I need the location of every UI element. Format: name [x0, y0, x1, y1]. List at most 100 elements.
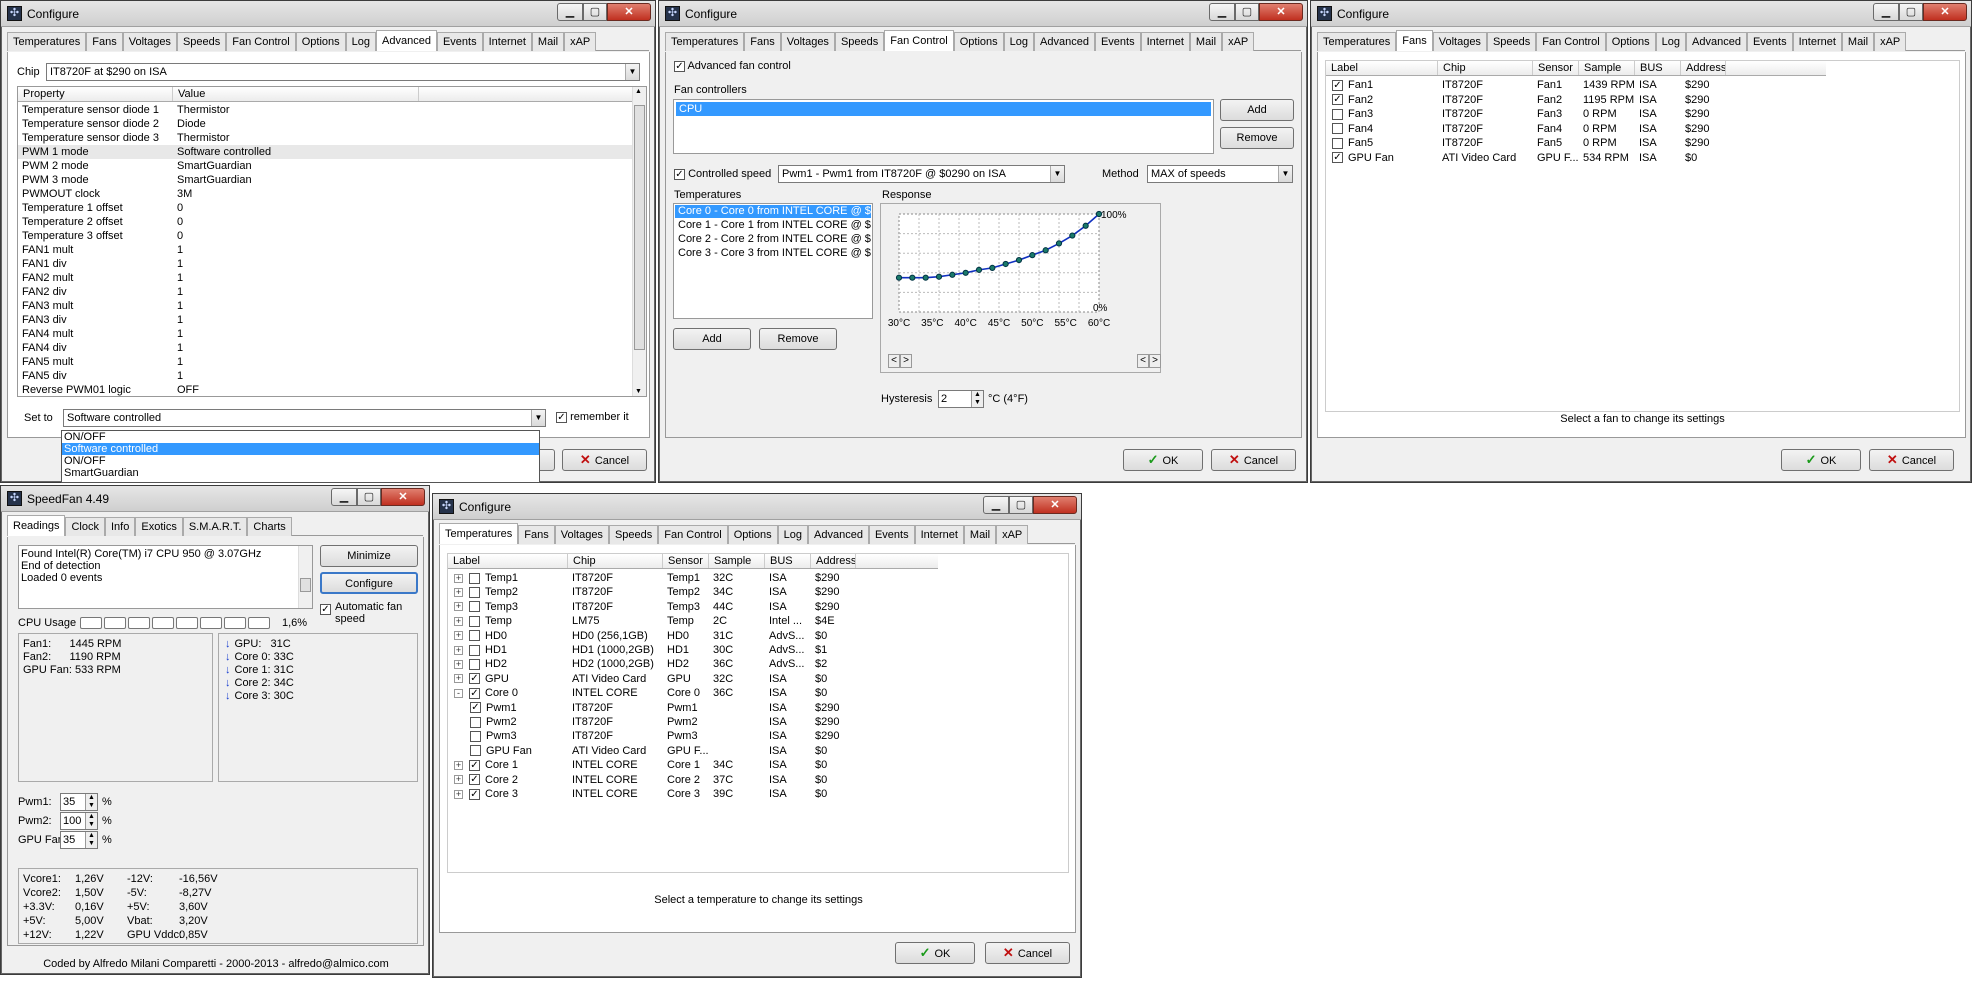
- cancel-button[interactable]: ✕ Cancel: [985, 942, 1070, 964]
- cancel-button[interactable]: ✕ Cancel: [1211, 449, 1296, 471]
- table-row[interactable]: Temperature sensor diode 3 Thermistor: [18, 131, 634, 145]
- table-row[interactable]: FAN4 mult 1: [18, 327, 634, 341]
- minimize-button[interactable]: ▁: [1209, 3, 1235, 21]
- temperature-item[interactable]: Core 1 - Core 1 from INTEL CORE @ $0: [675, 219, 871, 232]
- table-row[interactable]: + ✓ Core 3 INTEL CORE Core 3 39C ISA $0: [448, 787, 1066, 801]
- sensor-checkbox[interactable]: ✓: [469, 774, 480, 786]
- spin-arrows-icon[interactable]: ▲ ▼: [85, 794, 97, 810]
- tab-log[interactable]: Log: [1003, 32, 1035, 51]
- tab-fans[interactable]: Fans: [744, 32, 781, 51]
- title-bar[interactable]: ✣ SpeedFan 4.49 ▁ ▢ ✕: [1, 486, 429, 512]
- table-row[interactable]: Fan5 IT8720F Fan5 0 RPM ISA $290: [1326, 136, 1956, 150]
- nav-left-button[interactable]: <: [888, 354, 900, 368]
- minimize-app-button[interactable]: Minimize: [320, 545, 418, 567]
- title-bar[interactable]: ✣ Configure ▁ ▢ ✕: [433, 494, 1081, 520]
- column-header-empty[interactable]: [419, 87, 634, 101]
- add-controller-button[interactable]: Add: [1220, 99, 1294, 121]
- expand-icon[interactable]: +: [454, 789, 463, 799]
- tab-options[interactable]: Options: [1605, 32, 1656, 51]
- expand-icon[interactable]: +: [454, 659, 463, 669]
- scroll-thumb[interactable]: [634, 105, 645, 350]
- expand-icon[interactable]: +: [454, 645, 463, 655]
- tab-log[interactable]: Log: [345, 32, 377, 51]
- tab-internet[interactable]: Internet: [482, 32, 532, 51]
- table-row[interactable]: PWMOUT clock 3M: [18, 187, 634, 201]
- dropdown-option[interactable]: ON/OFF: [62, 431, 539, 443]
- column-header-address[interactable]: Address: [1681, 61, 1726, 75]
- maximize-button[interactable]: ▢: [357, 488, 381, 506]
- table-row[interactable]: FAN5 mult 1: [18, 355, 634, 369]
- dropdown-option[interactable]: Software controlled: [62, 443, 539, 455]
- minimize-button[interactable]: ▁: [331, 488, 357, 506]
- temperatures-list[interactable]: Core 0 - Core 0 from INTEL CORE @ $0 Core…: [673, 203, 873, 319]
- configure-button[interactable]: Configure: [320, 572, 418, 594]
- table-row[interactable]: + Temp3 IT8720F Temp3 44C ISA $290: [448, 600, 1066, 614]
- minimize-button[interactable]: ▁: [557, 3, 583, 21]
- tab-mail[interactable]: Mail: [963, 525, 997, 544]
- tab-fans[interactable]: Fans: [1396, 30, 1433, 51]
- tab-advanced[interactable]: Advanced: [808, 525, 869, 544]
- tab-s-m-a-r-t[interactable]: S.M.A.R.T.: [182, 517, 248, 536]
- tab-fans[interactable]: Fans: [86, 32, 123, 51]
- fans-table[interactable]: Label Chip Sensor Sample BUS Address ✓ Fan1 IT8…: [1325, 60, 1960, 412]
- add-temperature-button[interactable]: Add: [673, 328, 751, 350]
- table-row[interactable]: ✓ GPU Fan ATI Video Card GPU F... 534 RPM ISA…: [1326, 151, 1956, 165]
- tab-fans[interactable]: Fans: [518, 525, 555, 544]
- pwm-spinner[interactable]: 35 ▲ ▼: [60, 831, 98, 849]
- tab-fan-control[interactable]: Fan Control: [226, 32, 296, 51]
- sensor-checkbox[interactable]: [470, 745, 481, 757]
- table-row[interactable]: Reverse PWM01 logic OFF: [18, 383, 634, 397]
- tab-temperatures[interactable]: Temperatures: [665, 32, 745, 51]
- table-row[interactable]: + Temp LM75 Temp 2C Intel ... $4E: [448, 614, 1066, 628]
- column-header-sample[interactable]: Sample: [1579, 61, 1635, 75]
- table-row[interactable]: FAN2 mult 1: [18, 271, 634, 285]
- property-list[interactable]: Property Value Temperature sensor diode …: [17, 86, 647, 397]
- tab-log[interactable]: Log: [1655, 32, 1687, 51]
- cancel-button[interactable]: ✕ Cancel: [562, 449, 647, 471]
- table-row[interactable]: Pwm3 IT8720F Pwm3 ISA $290: [448, 729, 1066, 743]
- table-row[interactable]: FAN1 div 1: [18, 257, 634, 271]
- tab-events[interactable]: Events: [436, 32, 483, 51]
- collapse-icon[interactable]: -: [454, 688, 463, 698]
- table-row[interactable]: Temperature 3 offset 0: [18, 229, 634, 243]
- expand-icon[interactable]: +: [454, 760, 463, 770]
- vertical-scrollbar[interactable]: [298, 546, 312, 608]
- ok-button[interactable]: ✓OK: [1123, 449, 1203, 471]
- tab-mail[interactable]: Mail: [531, 32, 565, 51]
- table-row[interactable]: - ✓ Core 0 INTEL CORE Core 0 36C ISA $0: [448, 686, 1066, 700]
- table-row[interactable]: + ✓ Core 1 INTEL CORE Core 1 34C ISA $0: [448, 758, 1066, 772]
- minimize-button[interactable]: ▁: [1873, 3, 1899, 21]
- spin-arrows-icon[interactable]: ▲ ▼: [85, 832, 97, 848]
- column-header-bus[interactable]: BUS: [1635, 61, 1681, 75]
- fan-checkbox[interactable]: [1332, 123, 1343, 135]
- table-row[interactable]: PWM 1 mode Software controlled: [18, 145, 634, 159]
- sensor-checkbox[interactable]: [469, 615, 480, 627]
- tab-mail[interactable]: Mail: [1841, 32, 1875, 51]
- table-row[interactable]: GPU Fan ATI Video Card GPU F... ISA $0: [448, 744, 1066, 758]
- table-row[interactable]: FAN4 div 1: [18, 341, 634, 355]
- title-bar[interactable]: ✣ Configure ▁ ▢ ✕: [1, 1, 655, 27]
- tab-fan-control[interactable]: Fan Control: [1536, 32, 1606, 51]
- expand-icon[interactable]: +: [454, 631, 463, 641]
- sensor-checkbox[interactable]: ✓: [469, 673, 480, 685]
- sensor-checkbox[interactable]: ✓: [469, 759, 480, 771]
- temperature-item[interactable]: Core 0 - Core 0 from INTEL CORE @ $0: [675, 205, 871, 218]
- maximize-button[interactable]: ▢: [1009, 496, 1033, 514]
- chip-select[interactable]: IT8720F at $290 on ISA ▼: [46, 63, 640, 81]
- tab-events[interactable]: Events: [1746, 32, 1793, 51]
- pwm-spinner[interactable]: 35 ▲ ▼: [60, 793, 98, 811]
- set-to-select[interactable]: Software controlled ▼: [63, 409, 546, 427]
- table-row[interactable]: + Temp1 IT8720F Temp1 32C ISA $290: [448, 571, 1066, 585]
- tab-xap[interactable]: xAP: [564, 32, 597, 51]
- column-header-label[interactable]: Label: [1326, 61, 1438, 75]
- fan-checkbox[interactable]: [1332, 108, 1343, 120]
- tab-internet[interactable]: Internet: [1792, 32, 1842, 51]
- controller-item-cpu[interactable]: CPU: [676, 102, 1211, 116]
- column-header-label[interactable]: Label: [448, 554, 568, 568]
- ok-button[interactable]: ✓OK: [895, 942, 975, 964]
- close-button[interactable]: ✕: [381, 488, 425, 506]
- tab-voltages[interactable]: Voltages: [780, 32, 835, 51]
- sensor-checkbox[interactable]: [469, 630, 480, 642]
- tab-xap[interactable]: xAP: [996, 525, 1029, 544]
- table-row[interactable]: PWM 2 mode SmartGuardian: [18, 159, 634, 173]
